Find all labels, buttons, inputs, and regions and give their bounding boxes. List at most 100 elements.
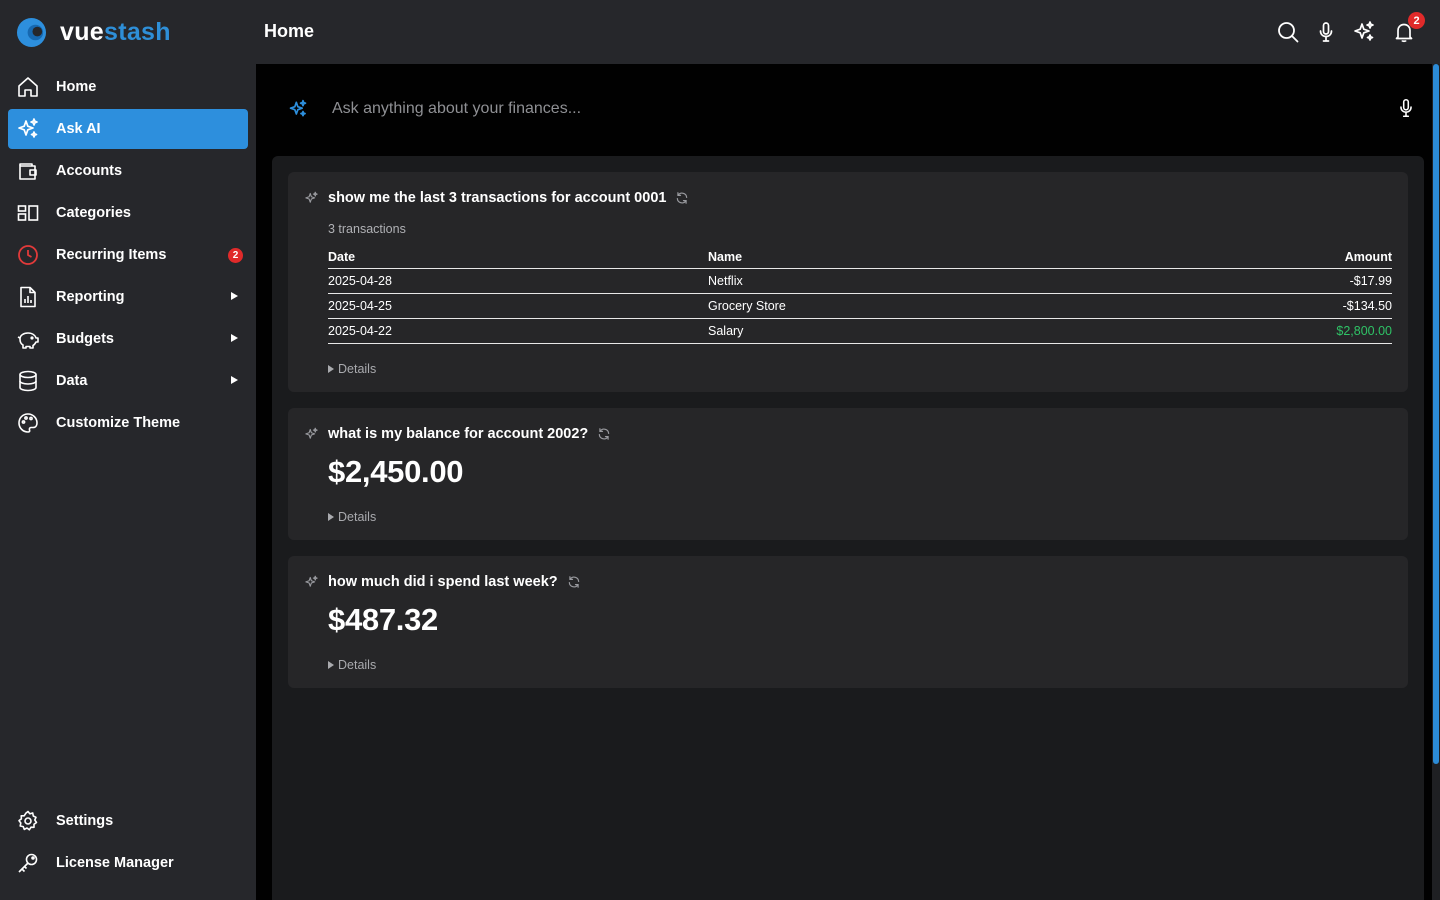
question-row: show me the last 3 transactions for acco… [304, 189, 689, 207]
cell-amount: $2,800.00 [1124, 318, 1392, 344]
clock-icon [18, 245, 38, 265]
sidebar-item-settings[interactable]: Settings [8, 801, 248, 841]
sidebar-item-ask-ai[interactable]: Ask AI [8, 109, 248, 149]
cell-name: Netflix [708, 268, 1124, 294]
palette-icon [18, 413, 38, 433]
wallet-icon [19, 163, 37, 180]
expand-caret-icon[interactable] [231, 334, 238, 342]
cell-date: 2025-04-22 [328, 318, 708, 344]
sidebar-item-recurring-items[interactable]: Recurring Items 2 [8, 235, 248, 275]
database-icon [19, 370, 37, 392]
logo-icon [16, 17, 47, 47]
sparkles-icon [18, 118, 38, 138]
result-count: 3 transactions [328, 222, 406, 236]
main-content: show me the last 3 transactions for acco… [256, 64, 1432, 900]
table-row[interactable]: 2025-04-25 Grocery Store -$134.50 [328, 293, 1392, 319]
sidebar-item-categories[interactable]: Categories [8, 193, 248, 233]
key-icon [18, 853, 38, 873]
answer-value: $2,450.00 [328, 454, 464, 489]
answer-card: how much did i spend last week? $487.32 … [288, 556, 1408, 688]
sidebar-item-label: Categories [56, 205, 131, 221]
sidebar-nav: Home Ask AI Accounts Categories Recurrin… [8, 67, 248, 445]
sidebar-item-label: Budgets [56, 331, 114, 347]
sidebar-item-data[interactable]: Data [8, 361, 248, 401]
sidebar-item-license-manager[interactable]: License Manager [8, 843, 248, 883]
sparkles-icon [305, 427, 318, 439]
sidebar-item-label: Reporting [56, 289, 125, 305]
sidebar-item-label: Accounts [56, 163, 123, 179]
ask-ai-bar [272, 64, 1416, 156]
sidebar-item-home[interactable]: Home [8, 67, 248, 107]
cell-date: 2025-04-28 [328, 268, 708, 294]
caret-right-icon [328, 365, 334, 373]
cell-name: Grocery Store [708, 293, 1124, 319]
sidebar-item-label: Home [56, 79, 97, 95]
details-label: Details [338, 362, 377, 376]
search-icon[interactable] [1276, 20, 1300, 44]
question-text: show me the last 3 transactions for acco… [328, 190, 667, 206]
sparkles-icon [289, 99, 307, 117]
sidebar-item-label: Settings [56, 813, 114, 829]
details-toggle[interactable]: Details [328, 658, 376, 672]
answer-card: show me the last 3 transactions for acco… [288, 172, 1408, 392]
recurring-items-badge: 2 [228, 248, 243, 263]
transactions-table: Date Name Amount 2025-04-28 Netflix -$17… [328, 246, 1392, 344]
sidebar-item-customize-theme[interactable]: Customize Theme [8, 403, 248, 443]
details-toggle[interactable]: Details [328, 510, 376, 524]
piggy-bank-icon [17, 332, 39, 349]
question-text: what is my balance for account 2002? [328, 426, 589, 442]
refresh-icon[interactable] [567, 575, 581, 589]
table-row[interactable]: 2025-04-22 Salary $2,800.00 [328, 318, 1392, 344]
sparkles-icon[interactable] [1352, 20, 1376, 44]
sidebar: vuestash Home Ask AI Accounts Categories… [0, 0, 256, 900]
home-icon [18, 77, 38, 97]
answer-card: what is my balance for account 2002? $2,… [288, 408, 1408, 540]
gear-icon [18, 810, 38, 831]
sidebar-item-budgets[interactable]: Budgets [8, 319, 248, 359]
brand-name-part1: vue [60, 17, 104, 46]
column-header-date[interactable]: Date [328, 246, 708, 269]
refresh-icon[interactable] [597, 427, 611, 441]
sidebar-item-label: Data [56, 373, 88, 389]
sidebar-item-label: License Manager [56, 855, 174, 871]
microphone-icon[interactable] [1314, 20, 1338, 44]
page-title: Home [264, 21, 315, 41]
column-header-name[interactable]: Name [708, 246, 1124, 269]
details-label: Details [338, 658, 377, 672]
details-label: Details [338, 510, 377, 524]
answers-panel: show me the last 3 transactions for acco… [272, 156, 1424, 900]
sparkles-icon [305, 575, 318, 587]
app-logo[interactable]: vuestash [16, 17, 171, 47]
sidebar-item-accounts[interactable]: Accounts [8, 151, 248, 191]
table-header-row: Date Name Amount [328, 246, 1392, 269]
column-header-amount[interactable]: Amount [1124, 246, 1392, 269]
cell-date: 2025-04-25 [328, 293, 708, 319]
categories-icon [17, 205, 39, 221]
microphone-icon[interactable] [1395, 96, 1417, 120]
caret-right-icon [328, 513, 334, 521]
sidebar-item-reporting[interactable]: Reporting [8, 277, 248, 317]
answer-value: $487.32 [328, 602, 438, 637]
expand-caret-icon[interactable] [231, 376, 238, 384]
question-row: what is my balance for account 2002? [304, 425, 611, 443]
details-toggle[interactable]: Details [328, 362, 376, 376]
table-row[interactable]: 2025-04-28 Netflix -$17.99 [328, 268, 1392, 294]
sidebar-item-label: Recurring Items [56, 247, 167, 263]
cell-amount: -$134.50 [1124, 293, 1392, 319]
expand-caret-icon[interactable] [231, 292, 238, 300]
scrollbar-thumb[interactable] [1433, 64, 1439, 764]
report-icon [20, 286, 36, 308]
top-header: Home 2 [256, 0, 1440, 64]
refresh-icon[interactable] [675, 191, 689, 205]
sidebar-bottom-nav: Settings License Manager [8, 801, 248, 885]
sparkles-icon [305, 191, 318, 203]
brand-name: vuestash [60, 18, 171, 47]
ask-ai-input[interactable] [332, 94, 1352, 124]
sidebar-item-label: Ask AI [56, 121, 101, 137]
sidebar-item-label: Customize Theme [56, 415, 181, 431]
caret-right-icon [328, 661, 334, 669]
notification-badge: 2 [1408, 12, 1425, 29]
cell-amount: -$17.99 [1124, 268, 1392, 294]
brand-name-part2: stash [103, 17, 171, 46]
question-text: how much did i spend last week? [328, 574, 558, 590]
